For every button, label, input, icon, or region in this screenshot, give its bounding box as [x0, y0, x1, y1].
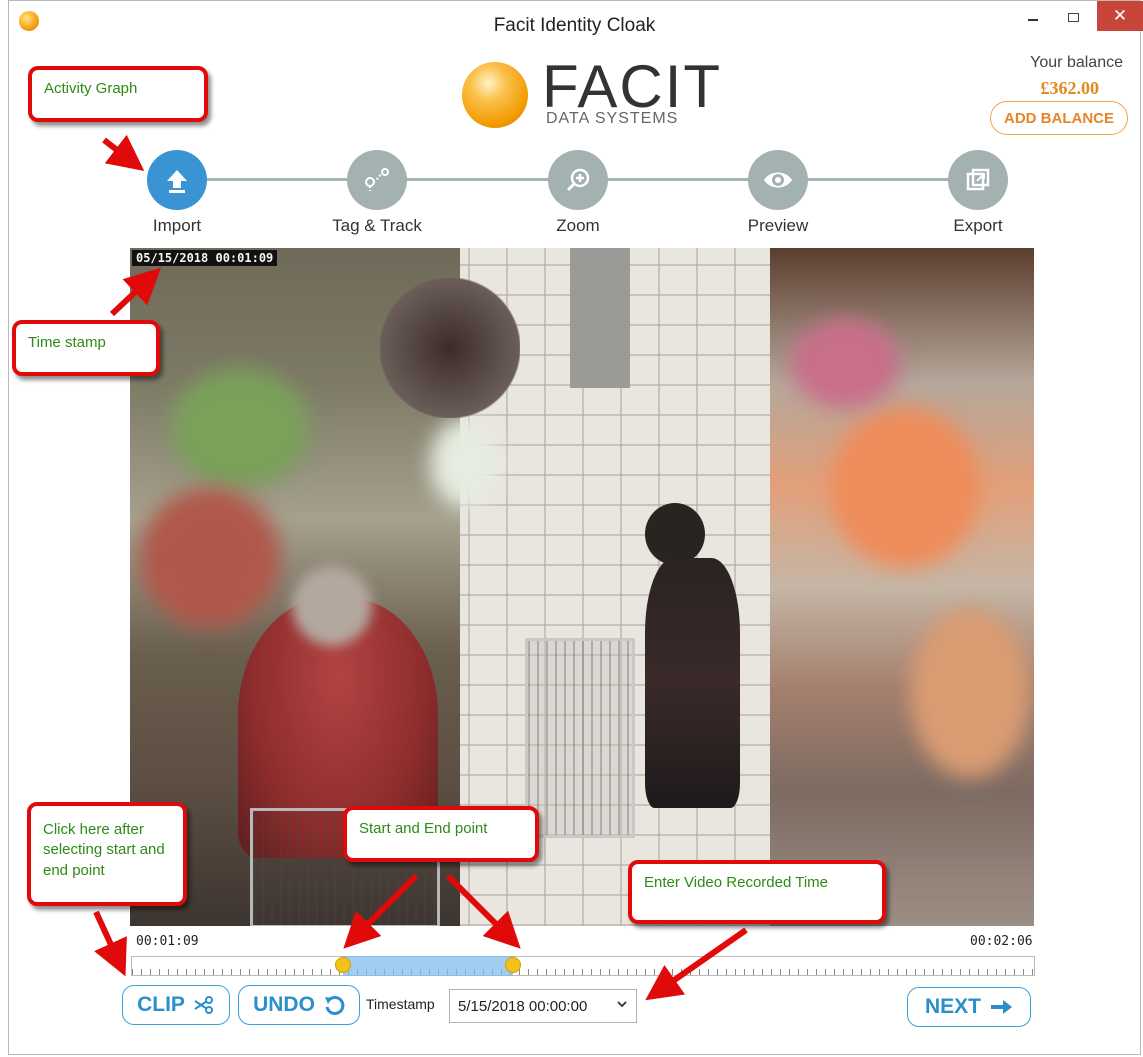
step-label: Import — [152, 216, 202, 235]
undo-button[interactable]: UNDO — [238, 985, 360, 1025]
step-label: Preview — [747, 216, 809, 235]
logo-subtitle: DATA SYSTEMS — [546, 110, 679, 127]
scissors-icon — [194, 996, 213, 1014]
eye-icon — [748, 150, 808, 210]
next-label: NEXT — [924, 995, 981, 1018]
annotation-enter-time: Enter Video Recorded Time — [628, 860, 886, 924]
minimize-icon — [1028, 19, 1038, 21]
upload-icon — [147, 150, 207, 210]
zoom-in-icon — [548, 150, 608, 210]
maximize-button[interactable] — [1056, 1, 1090, 33]
annotation-time-stamp: Time stamp — [12, 320, 160, 376]
facit-logo: FACIT DATA SYSTEMS — [462, 53, 720, 132]
step-export[interactable]: Export — [918, 150, 1038, 236]
video-shoppers-background — [380, 278, 520, 418]
timeline-ticks — [132, 960, 1034, 970]
video-blur-region — [140, 488, 280, 628]
export-icon — [948, 150, 1008, 210]
video-blur-region — [292, 566, 372, 646]
clip-label: CLIP — [137, 993, 185, 1016]
add-balance-button[interactable]: ADD BALANCE — [990, 101, 1128, 135]
video-shopping-trolley — [525, 638, 635, 838]
title-bar: Facit Identity Cloak ✕ — [9, 1, 1143, 41]
undo-icon — [324, 995, 345, 1015]
balance-label: Your balance — [1030, 54, 1123, 71]
window-title: Facit Identity Cloak — [493, 15, 656, 36]
route-icon — [347, 150, 407, 210]
video-door — [570, 248, 630, 388]
next-button[interactable]: NEXT — [907, 987, 1031, 1027]
video-person — [645, 503, 705, 565]
clip-button[interactable]: CLIP — [122, 985, 230, 1025]
step-label: Zoom — [556, 216, 600, 235]
logo-orb-icon — [462, 62, 528, 128]
minimize-button[interactable] — [1016, 1, 1050, 33]
timeline-start-time: 00:01:09 — [136, 934, 199, 949]
undo-label: UNDO — [253, 993, 315, 1016]
timeline-track[interactable] — [131, 956, 1035, 976]
step-zoom[interactable]: Zoom — [518, 150, 638, 236]
video-blur-region — [910, 608, 1030, 778]
video-timestamp-overlay: 05/15/2018 00:01:09 — [132, 250, 278, 266]
annotation-activity-graph: Activity Graph — [28, 66, 208, 122]
timeline-selection-range — [343, 956, 514, 976]
step-preview[interactable]: Preview — [718, 150, 838, 236]
maximize-icon — [1067, 12, 1079, 22]
chevron-down-icon — [616, 998, 628, 1013]
timestamp-label: Timestamp — [366, 996, 435, 1012]
video-blur-region — [790, 318, 900, 408]
video-blur-region — [830, 408, 980, 568]
step-label: Tag & Track — [332, 216, 422, 235]
annotation-start-end: Start and End point — [343, 806, 539, 862]
video-blur-region — [170, 368, 310, 488]
step-tag-track[interactable]: Tag & Track — [317, 150, 437, 236]
annotation-click-here: Click here after selecting start and end… — [27, 802, 187, 906]
video-person — [645, 558, 740, 808]
timestamp-value: 5/15/2018 00:00:00 — [458, 997, 588, 1015]
timestamp-select[interactable]: 5/15/2018 00:00:00 — [449, 989, 637, 1023]
timeline-end-time: 00:02:06 — [970, 934, 1033, 949]
close-button[interactable]: ✕ — [1097, 1, 1143, 31]
balance-value: £362.00 — [1040, 78, 1100, 98]
step-label: Export — [953, 216, 1003, 235]
arrow-right-icon — [991, 1000, 1012, 1014]
step-import[interactable]: Import — [117, 150, 237, 236]
video-frame[interactable]: 05/15/2018 00:01:09 — [130, 248, 1034, 926]
video-blur-region — [430, 418, 500, 508]
